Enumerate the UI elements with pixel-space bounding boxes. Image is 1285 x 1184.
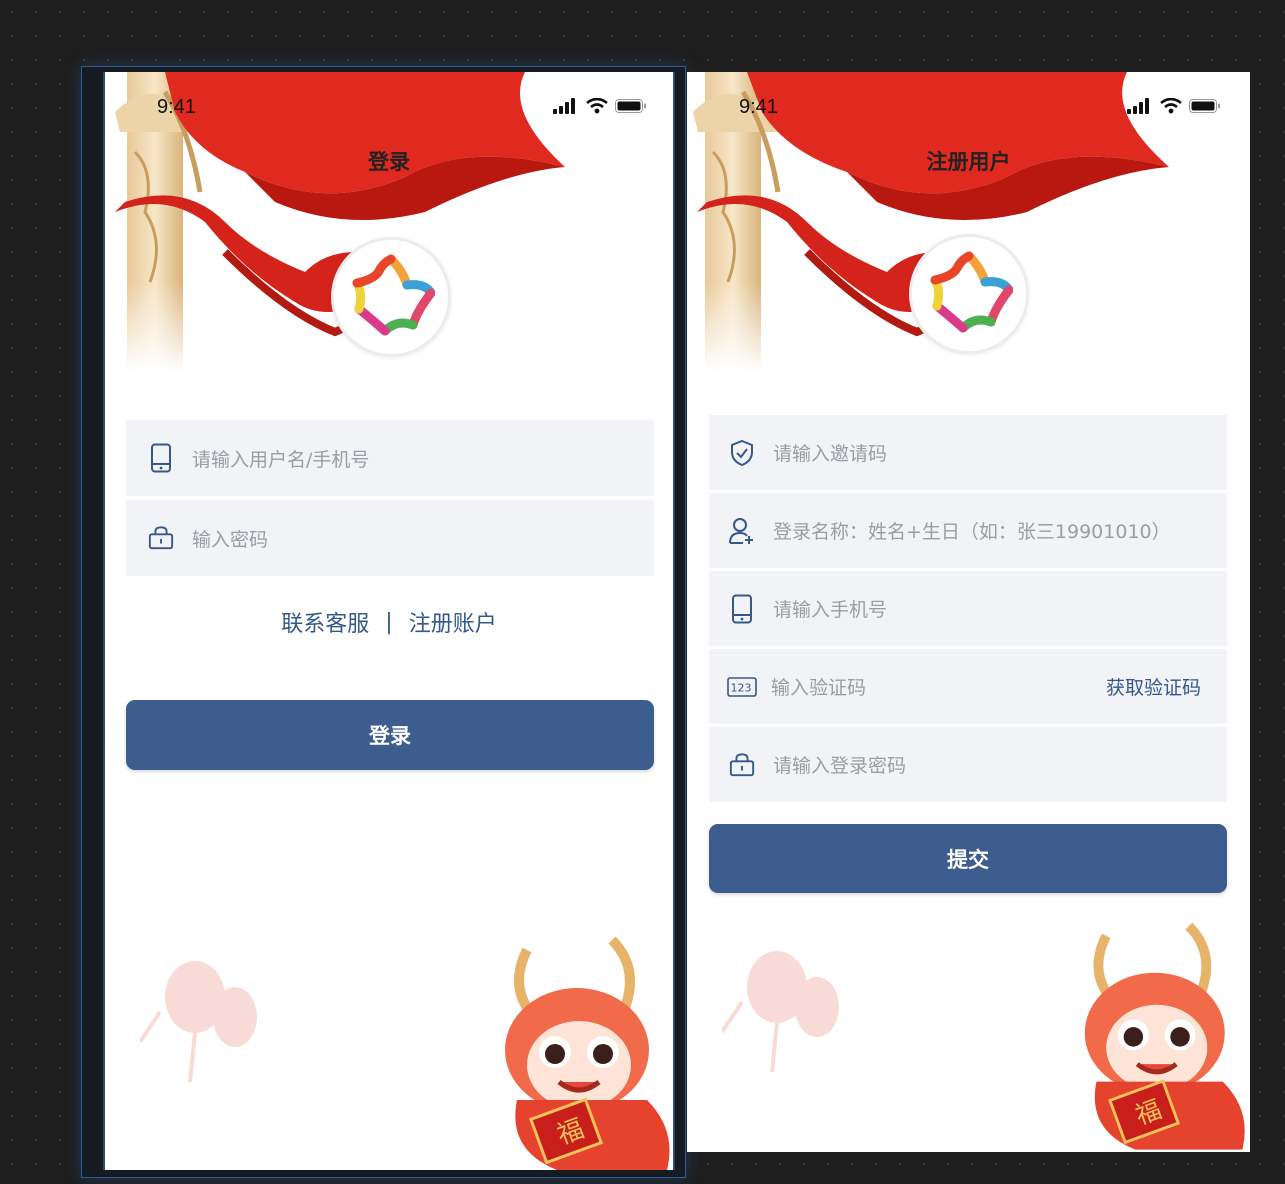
app-logo [909, 234, 1029, 354]
verification-code-placeholder: 输入验证码 [771, 677, 867, 699]
page-title: 登录 [368, 150, 410, 174]
password-input[interactable]: 输入密码 [126, 500, 654, 576]
status-icons [553, 98, 647, 114]
register-screen: 9:41 注册用户 请输入邀请码 登录名称：姓名+生日（如：张三19901010… [687, 72, 1250, 1152]
submit-button[interactable]: 提交 [709, 824, 1227, 893]
ribbon-star-logo-icon [352, 254, 435, 336]
number-code-icon: 123 [727, 674, 757, 700]
dragon-mascot-decoration: 福 [1084, 922, 1245, 1150]
phone-number-input[interactable]: 请输入手机号 [709, 571, 1227, 646]
lock-icon [148, 525, 174, 551]
login-name-input[interactable]: 登录名称：姓名+生日（如：张三19901010） [709, 493, 1227, 568]
dragon-mascot-decoration: 福 [505, 936, 670, 1170]
status-time: 9:41 [157, 96, 196, 118]
mobile-phone-icon [148, 443, 174, 473]
link-separator: | [385, 609, 393, 635]
contact-support-link[interactable]: 联系客服 [281, 606, 369, 638]
auth-links: 联系客服 | 注册账户 [105, 606, 673, 638]
wifi-icon [1160, 98, 1182, 114]
user-add-icon [729, 517, 755, 544]
cellular-signal-icon [553, 98, 575, 114]
phone-number-placeholder: 请输入手机号 [773, 599, 888, 621]
design-canvas: 9:41 登录 请输入用户名/手机号 输入密码 联系客服 | 注册账户 登录 福… [0, 0, 1285, 1184]
username-placeholder: 请输入用户名/手机号 [192, 448, 370, 471]
invite-code-placeholder: 请输入邀请码 [773, 443, 888, 465]
verification-code-input[interactable]: 123 输入验证码 获取验证码 [709, 649, 1227, 724]
lantern-watermark-decoration [722, 951, 839, 1073]
lantern-watermark-decoration [140, 961, 257, 1083]
cellular-signal-icon [1127, 98, 1149, 114]
login-button[interactable]: 登录 [126, 700, 654, 770]
code-icon-text: 123 [731, 681, 752, 694]
battery-icon [615, 99, 646, 113]
username-input[interactable]: 请输入用户名/手机号 [126, 420, 654, 496]
mobile-phone-icon [729, 594, 755, 623]
invite-code-input[interactable]: 请输入邀请码 [709, 415, 1227, 490]
lock-icon [729, 752, 755, 778]
page-title: 注册用户 [926, 150, 1011, 174]
register-account-link[interactable]: 注册账户 [409, 606, 497, 638]
wifi-icon [586, 98, 608, 114]
status-time: 9:41 [739, 96, 778, 118]
login-screen: 9:41 登录 请输入用户名/手机号 输入密码 联系客服 | 注册账户 登录 福 [103, 72, 675, 1170]
app-logo [331, 237, 451, 357]
status-icons [1127, 98, 1221, 114]
login-name-placeholder: 登录名称：姓名+生日（如：张三19901010） [773, 521, 1171, 543]
get-code-button[interactable]: 获取验证码 [1106, 673, 1201, 700]
shield-check-icon [729, 439, 755, 466]
password-placeholder: 输入密码 [192, 528, 269, 551]
ribbon-star-logo-icon [930, 251, 1013, 333]
register-password-placeholder: 请输入登录密码 [773, 755, 907, 777]
battery-icon [1189, 99, 1220, 113]
register-password-input[interactable]: 请输入登录密码 [709, 727, 1227, 802]
